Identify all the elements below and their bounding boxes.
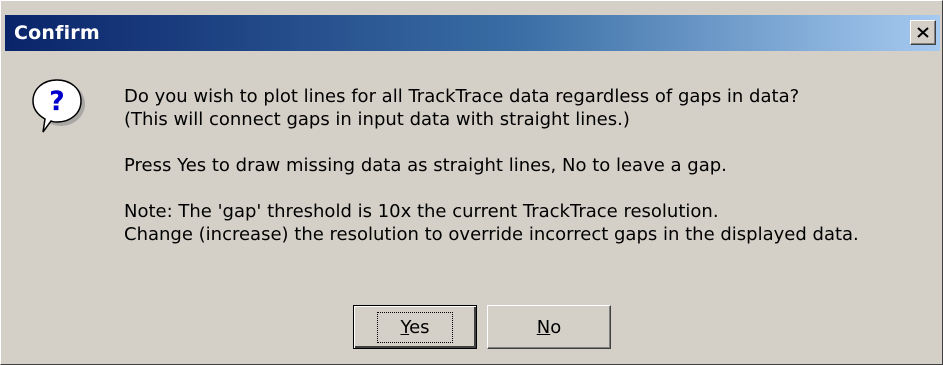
message-body: Do you wish to plot lines for all TrackT… <box>124 85 859 246</box>
message-line-1: Do you wish to plot lines for all TrackT… <box>124 86 800 107</box>
title-bar[interactable]: Confirm <box>5 15 940 51</box>
no-button-label: No <box>536 316 562 338</box>
window-title: Confirm <box>14 22 100 44</box>
yes-button-label: Yes <box>377 311 453 343</box>
message-line-2: (This will connect gaps in input data wi… <box>124 109 630 130</box>
no-button[interactable]: No <box>487 305 611 349</box>
message-line-3: Press Yes to draw missing data as straig… <box>124 155 727 176</box>
question-mark-glyph: ? <box>49 86 65 117</box>
close-icon <box>917 27 929 38</box>
close-button[interactable] <box>910 20 936 45</box>
message-line-4: Note: The 'gap' threshold is 10x the cur… <box>124 201 719 222</box>
message-line-5: Change (increase) the resolution to over… <box>124 224 859 245</box>
confirm-dialog: Confirm ? Do you wish to plot lines for … <box>0 0 943 365</box>
question-icon: ? <box>31 76 87 138</box>
yes-button[interactable]: Yes <box>353 305 477 349</box>
